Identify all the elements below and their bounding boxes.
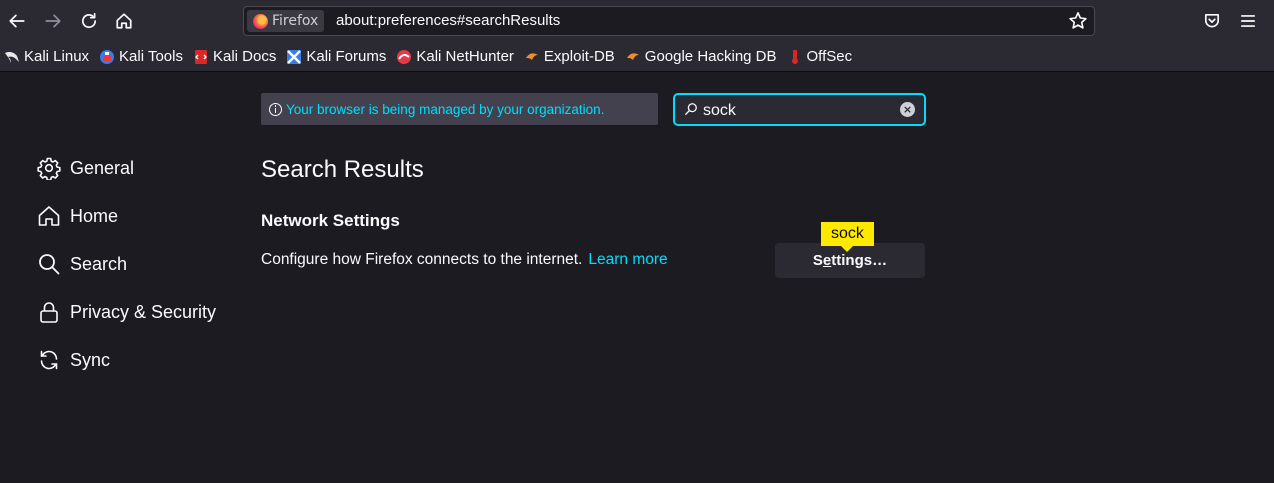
bookmark-label: Kali Tools: [119, 48, 183, 65]
identity-label: Firefox: [272, 13, 319, 29]
category-sync[interactable]: Sync: [37, 344, 110, 376]
bookmark-kali-docs[interactable]: Kali Docs: [193, 48, 276, 65]
settings-accesskey: e: [822, 252, 832, 269]
section-title: Network Settings: [261, 211, 400, 230]
hamburger-menu-icon: [1240, 15, 1256, 27]
kali-docs-icon: [194, 49, 207, 64]
settings-label-end: ttings…: [831, 252, 888, 269]
lock-icon: [40, 302, 58, 323]
bookmark-google-hacking-db[interactable]: Google Hacking DB: [625, 48, 777, 65]
bookmarks-toolbar: Kali Linux Kali Tools Kali Docs Kali For…: [0, 42, 1274, 72]
bookmark-label: Google Hacking DB: [644, 48, 777, 65]
reload-icon: [81, 12, 97, 29]
bookmark-kali-nethunter[interactable]: Kali NetHunter: [396, 48, 514, 65]
kali-nethunter-icon: [397, 49, 412, 64]
category-label: Sync: [70, 349, 111, 370]
search-icon: [39, 254, 60, 275]
menu-button[interactable]: [1232, 5, 1264, 37]
info-icon: [269, 102, 282, 116]
back-arrow-icon: [9, 14, 25, 28]
reload-button[interactable]: [73, 5, 105, 37]
policies-notice[interactable]: Your browser is being managed by your or…: [261, 93, 658, 125]
kali-dragon-icon: [5, 51, 19, 63]
home-button[interactable]: [108, 5, 140, 37]
gear-icon: [37, 157, 61, 180]
back-button[interactable]: [1, 5, 33, 37]
bookmark-label: Kali Linux: [24, 48, 90, 65]
home-icon: [116, 13, 132, 29]
page-title: Search Results: [261, 156, 424, 183]
forward-arrow-icon: [45, 14, 61, 28]
firefox-logo-icon: [253, 13, 268, 29]
offsec-icon: [791, 49, 798, 64]
network-description-text: Configure how Firefox connects to the in…: [261, 251, 583, 268]
category-label: General: [70, 157, 135, 178]
category-general[interactable]: General: [37, 152, 134, 184]
bookmark-kali-tools[interactable]: Kali Tools: [99, 48, 183, 65]
learn-more-link[interactable]: Learn more: [588, 251, 667, 268]
category-privacy[interactable]: Privacy & Security: [37, 296, 216, 328]
kali-tools-icon: [100, 49, 115, 64]
network-description: Configure how Firefox connects to the in…: [261, 251, 668, 269]
pocket-button[interactable]: [1196, 5, 1228, 37]
kali-forums-icon: [287, 49, 302, 64]
home-icon: [38, 206, 60, 226]
url-text[interactable]: about:preferences#searchResults: [336, 12, 560, 29]
preferences-search-box[interactable]: ×: [673, 93, 926, 126]
nav-toolbar: Firefox about:preferences#searchResults: [0, 0, 1274, 42]
search-match-tooltip: sock: [821, 222, 874, 252]
clear-search-icon[interactable]: ×: [900, 102, 915, 117]
search-input[interactable]: [701, 99, 895, 123]
pocket-icon: [1204, 13, 1220, 28]
category-label: Search: [70, 253, 128, 274]
sync-icon: [40, 350, 58, 370]
ghdb-icon: [626, 52, 639, 60]
bookmark-offsec[interactable]: OffSec: [787, 48, 853, 65]
category-label: Privacy & Security: [70, 301, 217, 322]
identity-box[interactable]: Firefox: [247, 10, 325, 32]
bookmark-kali-linux[interactable]: Kali Linux: [4, 48, 89, 65]
address-bar[interactable]: Firefox about:preferences#searchResults: [243, 6, 1095, 36]
bookmark-label: OffSec: [806, 48, 853, 65]
category-label: Home: [70, 205, 119, 226]
bookmark-label: Kali NetHunter: [416, 48, 514, 65]
category-search[interactable]: Search: [37, 248, 127, 280]
bookmark-label: Kali Docs: [212, 48, 277, 65]
category-home[interactable]: Home: [37, 200, 118, 232]
bookmark-exploit-db[interactable]: Exploit-DB: [524, 48, 615, 65]
bookmark-label: Exploit-DB: [543, 48, 615, 65]
bookmark-kali-forums[interactable]: Kali Forums: [286, 48, 386, 65]
settings-label-start: S: [812, 252, 823, 269]
search-icon: [685, 103, 697, 115]
bookmark-label: Kali Forums: [306, 48, 387, 65]
policies-notice-text[interactable]: Your browser is being managed by your or…: [286, 102, 604, 117]
bookmark-star-icon[interactable]: [1068, 11, 1088, 31]
exploit-db-icon: [525, 52, 538, 60]
forward-button[interactable]: [37, 5, 69, 37]
